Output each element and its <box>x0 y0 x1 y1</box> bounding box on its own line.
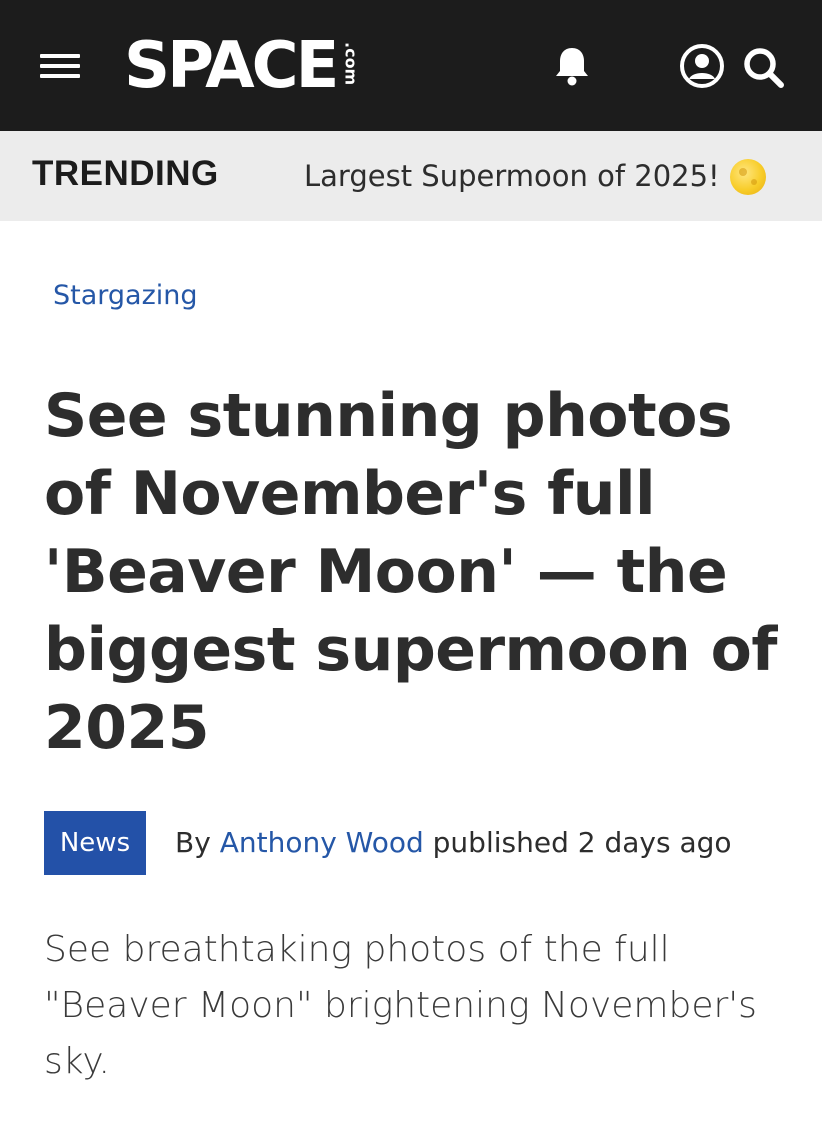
trending-bar: TRENDING Largest Supermoon of 2025! <box>0 131 822 221</box>
article-headline: See stunning photos of November's full '… <box>44 381 777 763</box>
trending-label: TRENDING <box>32 154 219 193</box>
site-header: SPACE .com <box>0 0 822 131</box>
author-link[interactable]: Anthony Wood <box>220 826 424 859</box>
full-moon-icon <box>729 159 766 195</box>
site-logo[interactable]: SPACE .com <box>124 28 361 103</box>
bell-icon[interactable] <box>552 44 592 88</box>
menu-icon[interactable] <box>40 50 82 80</box>
trending-link[interactable]: Largest Supermoon of 2025! <box>304 158 766 195</box>
logo-text: SPACE <box>124 29 339 103</box>
search-icon[interactable] <box>740 44 788 90</box>
menu-bar <box>40 74 80 78</box>
byline-prefix: By <box>175 826 211 859</box>
published-date: published 2 days ago <box>432 826 732 859</box>
menu-bar <box>40 64 80 68</box>
logo-suffix: .com <box>341 42 361 86</box>
account-icon[interactable] <box>678 42 726 90</box>
trending-link-text: Largest Supermoon of 2025! <box>304 159 720 193</box>
byline: By Anthony Wood published 2 days ago <box>175 826 732 859</box>
category-link[interactable]: Stargazing <box>53 280 198 311</box>
news-badge[interactable]: News <box>44 811 146 875</box>
article-standfirst: See breathtaking photos of the full "Bea… <box>44 929 757 1082</box>
menu-bar <box>40 54 80 58</box>
